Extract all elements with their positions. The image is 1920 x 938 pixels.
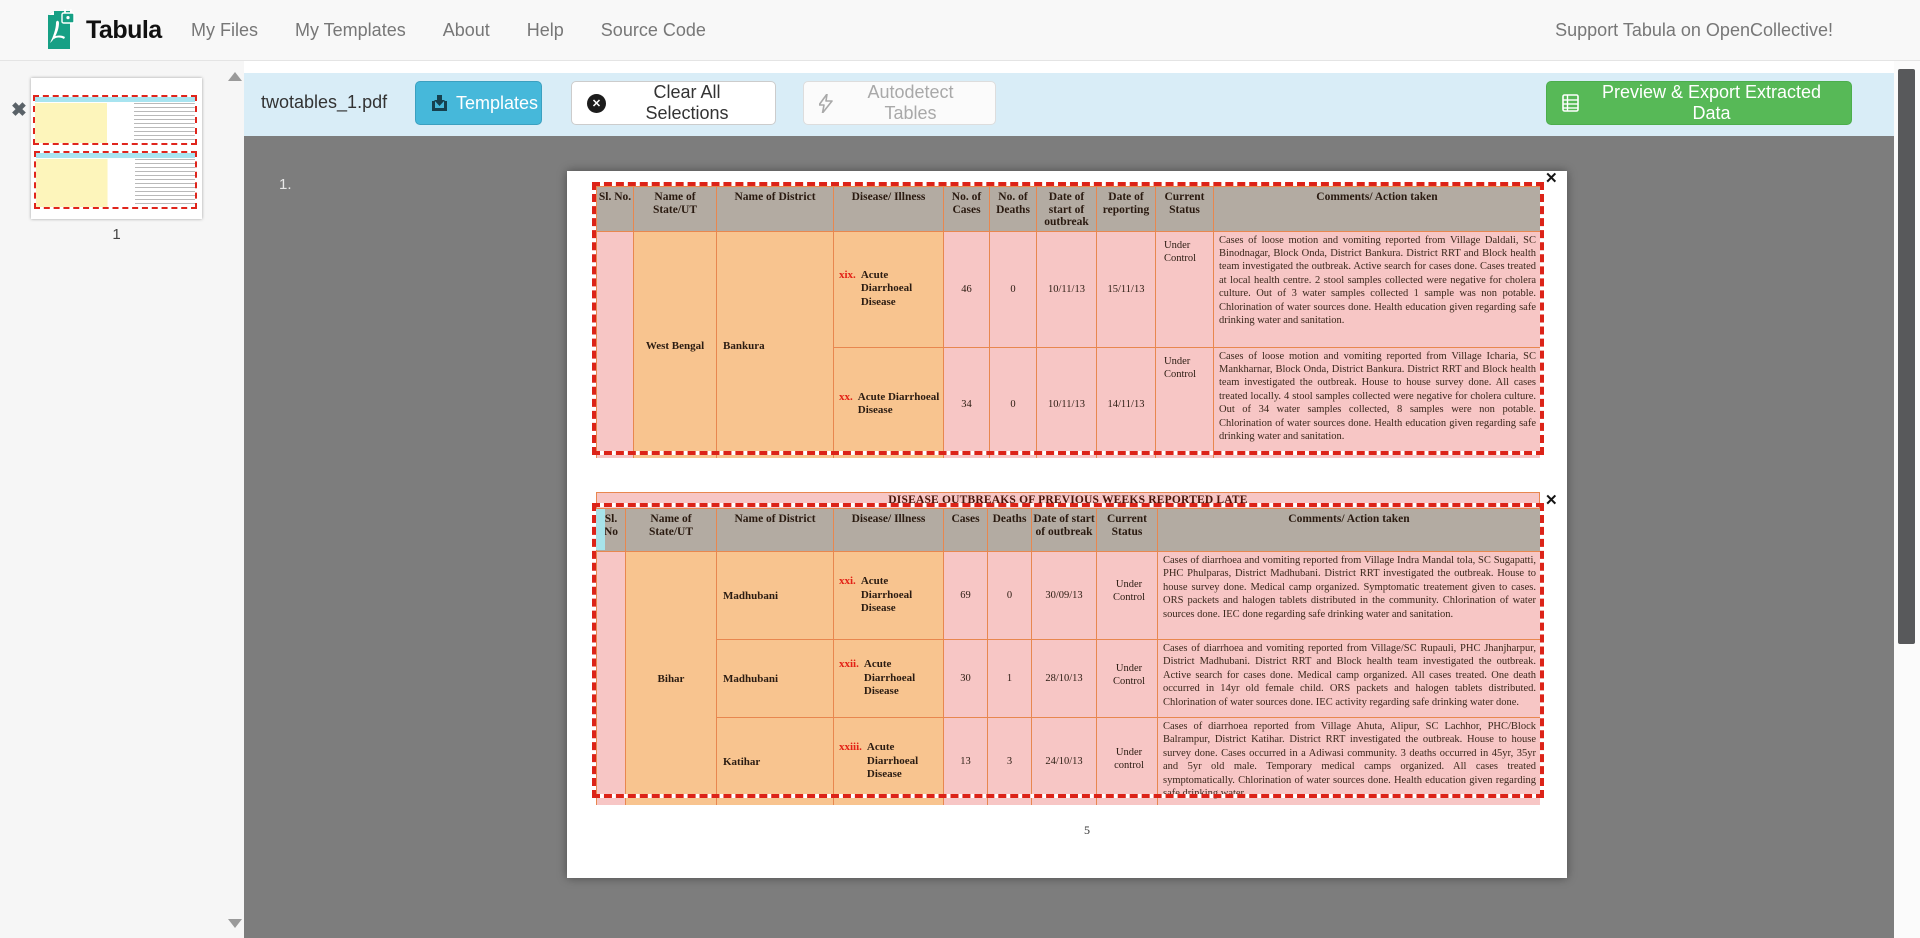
thumbnail-table-preview [36, 153, 195, 207]
nav-my-templates[interactable]: My Templates [295, 20, 406, 41]
scroll-down-icon[interactable] [228, 919, 242, 928]
toolbar-top-strip [244, 61, 1920, 73]
main-nav: My Files My Templates About Help Source … [191, 0, 706, 60]
save-icon [431, 95, 448, 112]
document-viewport: 1. Sl. No. Name of State/UT Name of Dist… [244, 136, 1920, 938]
thumbnail-selection-2[interactable] [34, 151, 197, 209]
window-scrollbar[interactable] [1894, 61, 1920, 938]
thumbnail-selection-1[interactable] [33, 95, 197, 145]
scrollbar-thumb[interactable] [1898, 69, 1915, 644]
nav-source-code[interactable]: Source Code [601, 20, 706, 41]
pdf-page[interactable]: Sl. No. Name of State/UT Name of Distric… [567, 171, 1567, 878]
flash-icon [819, 94, 833, 113]
remove-circle-glyph: ✕ [592, 97, 601, 110]
thumbnail-table-preview [35, 97, 195, 143]
nav-about[interactable]: About [443, 20, 490, 41]
selection-2-close-icon[interactable]: ✕ [1545, 493, 1558, 508]
thumbnail-page-number: 1 [31, 226, 202, 243]
page-marker: 1. [279, 176, 292, 193]
table-list-icon [1562, 94, 1579, 112]
clear-all-selections-button[interactable]: ✕ Clear All Selections [571, 81, 776, 125]
selection-box-1[interactable] [592, 182, 1544, 455]
templates-button[interactable]: Templates [415, 81, 542, 125]
remove-circle-icon: ✕ [587, 94, 606, 113]
tabula-logo-icon [40, 9, 76, 51]
navbar: Tabula My Files My Templates About Help … [0, 0, 1920, 61]
templates-button-label: Templates [456, 93, 538, 114]
brand[interactable]: Tabula [40, 9, 162, 51]
support-opencollective-link[interactable]: Support Tabula on OpenCollective! [1555, 0, 1833, 60]
selection-box-2[interactable] [592, 503, 1544, 798]
preview-export-button[interactable]: Preview & Export Extracted Data [1546, 81, 1852, 125]
autodetect-button-label: Autodetect Tables [841, 82, 980, 124]
export-button-label: Preview & Export Extracted Data [1587, 82, 1836, 124]
selection-resize-handle[interactable] [596, 509, 605, 550]
selection-1-close-icon[interactable]: ✕ [1545, 171, 1558, 186]
brand-name: Tabula [86, 16, 162, 45]
clear-button-label: Clear All Selections [614, 82, 760, 124]
nav-my-files[interactable]: My Files [191, 20, 258, 41]
toolbar: twotables_1.pdf Templates ✕ Clear All Se… [244, 73, 1920, 136]
filename-label: twotables_1.pdf [261, 92, 387, 113]
scroll-up-icon[interactable] [228, 72, 242, 81]
autodetect-tables-button[interactable]: Autodetect Tables [803, 81, 996, 125]
nav-help[interactable]: Help [527, 20, 564, 41]
page-thumbnail[interactable] [31, 78, 202, 219]
pdf-page-number: 5 [1067, 823, 1107, 838]
remove-page-icon[interactable]: ✖ [11, 101, 27, 120]
thumbnail-sidebar: ✖ 1 [0, 61, 244, 938]
